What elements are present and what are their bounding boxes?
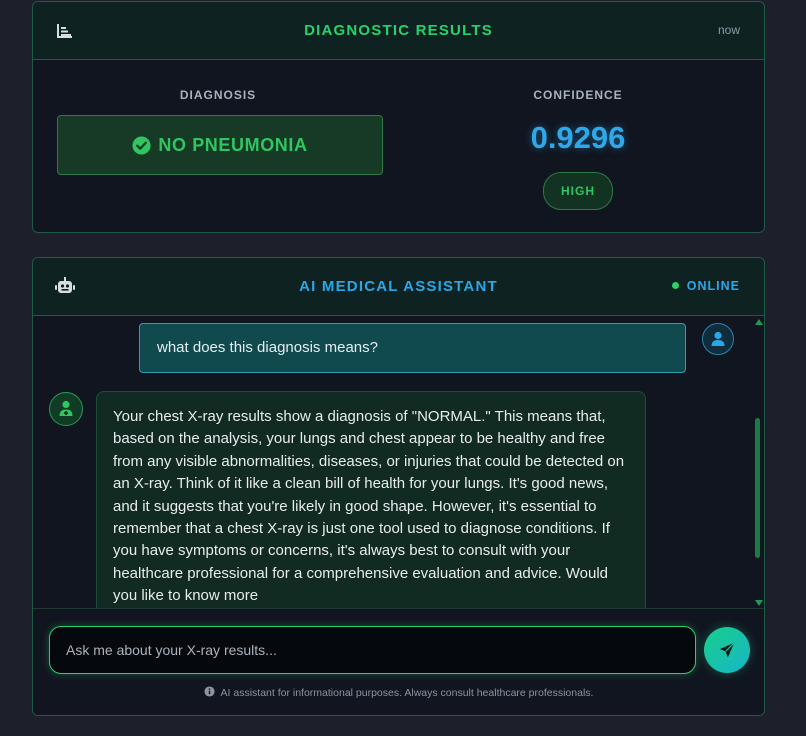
user-message: what does this diagnosis means? xyxy=(139,323,686,373)
disclaimer: AI assistant for informational purposes.… xyxy=(33,686,764,699)
chat-input[interactable] xyxy=(49,626,696,674)
results-timestamp: now xyxy=(717,23,740,37)
check-circle-icon xyxy=(132,135,151,155)
scroll-down-arrow[interactable] xyxy=(755,600,763,606)
scroll-thumb[interactable] xyxy=(755,418,760,558)
user-avatar xyxy=(702,323,734,355)
send-button[interactable] xyxy=(704,627,750,673)
assistant-message: Your chest X-ray results show a diagnosi… xyxy=(96,391,646,608)
chat-messages[interactable]: what does this diagnosis means? Your che… xyxy=(33,315,764,608)
status-dot xyxy=(671,282,679,289)
results-header: DIAGNOSTIC RESULTS now xyxy=(33,2,764,60)
results-title: DIAGNOSTIC RESULTS xyxy=(304,22,493,39)
online-status-label: ONLINE xyxy=(686,279,740,293)
confidence-level-badge: HIGH xyxy=(543,172,613,210)
confidence-value: 0.9296 xyxy=(530,120,626,155)
online-status: ONLINE xyxy=(671,258,740,315)
chat-input-area: AI assistant for informational purposes.… xyxy=(33,608,764,715)
ai-assistant-card: AI MEDICAL ASSISTANT ONLINE what does th… xyxy=(32,257,765,716)
confidence-label: CONFIDENCE xyxy=(533,88,623,102)
assistant-avatar xyxy=(49,392,83,426)
disclaimer-text: AI assistant for informational purposes.… xyxy=(220,687,594,699)
assistant-title: AI MEDICAL ASSISTANT xyxy=(299,278,498,295)
scroll-up-arrow[interactable] xyxy=(755,319,763,325)
diagnostic-results-card: DIAGNOSTIC RESULTS now DIAGNOSIS NO PNEU… xyxy=(32,1,765,233)
doctor-icon xyxy=(59,400,73,416)
diagnosis-value: NO PNEUMONIA xyxy=(158,134,308,155)
chat-scrollbar[interactable] xyxy=(752,315,764,608)
diagnosis-label: DIAGNOSIS xyxy=(179,88,257,102)
diagnosis-badge: NO PNEUMONIA xyxy=(57,115,383,175)
user-icon xyxy=(711,331,725,346)
send-icon xyxy=(719,642,735,658)
info-icon xyxy=(203,686,215,697)
assistant-header: AI MEDICAL ASSISTANT ONLINE xyxy=(33,258,764,316)
